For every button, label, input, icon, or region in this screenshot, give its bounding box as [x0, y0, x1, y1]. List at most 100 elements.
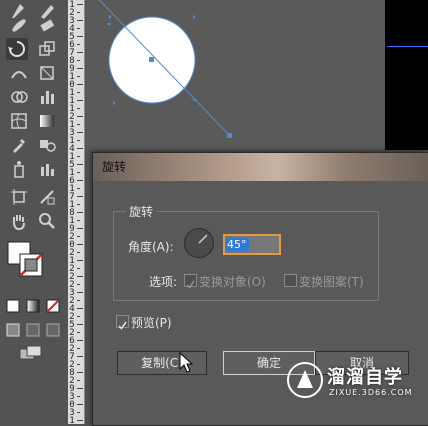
ruler-tick	[77, 404, 83, 405]
transform-patterns-label: 变换图案(T)	[299, 275, 364, 289]
ruler-tick	[77, 68, 83, 69]
ruler-tick	[77, 380, 80, 381]
ruler-tick	[77, 132, 83, 133]
rotate-group-title: 旋转	[126, 203, 157, 220]
draw-normal-icon[interactable]	[6, 322, 20, 337]
preview-checkbox[interactable]	[116, 315, 129, 330]
hand-icon[interactable]	[8, 210, 30, 232]
draw-inside-icon[interactable]	[46, 322, 60, 337]
ruler-tick	[77, 20, 83, 21]
draw-behind-icon[interactable]	[26, 322, 40, 337]
artboard-edge	[387, 46, 428, 47]
watermark: 溜溜自学 ZIXUE.3D66.COM	[285, 355, 428, 415]
gradient-mode-icon[interactable]	[26, 298, 40, 313]
column-graph-icon[interactable]	[36, 158, 58, 180]
ruler-tick	[77, 420, 83, 421]
fill-stroke-icon[interactable]	[4, 238, 44, 278]
preview-label: 预览(P)	[131, 316, 172, 330]
angle-input-value: 45°	[225, 238, 249, 251]
ruler-tick	[77, 76, 80, 77]
ruler-label: 1	[69, 416, 75, 426]
dialog-title[interactable]: 旋转	[93, 153, 428, 181]
width-icon[interactable]	[8, 62, 30, 84]
center-point	[149, 57, 154, 62]
color-mode-icon[interactable]	[6, 298, 20, 313]
screen-mode-icon[interactable]	[18, 344, 44, 362]
ruler-tick	[77, 188, 80, 189]
watermark-name: 溜溜自学	[327, 367, 403, 388]
ruler-tick	[77, 356, 83, 357]
paintbrush-icon[interactable]	[8, 14, 30, 36]
ruler-tick	[77, 372, 83, 373]
ruler-tick	[77, 92, 80, 93]
copy-button[interactable]: 复制(C)	[117, 351, 207, 375]
options-label: 选项:	[149, 275, 178, 289]
ruler-tick	[77, 396, 80, 397]
eraser-icon[interactable]	[36, 14, 58, 36]
ruler-tick	[77, 36, 83, 37]
ruler-tick	[77, 52, 83, 53]
angle-label: 角度(A):	[128, 240, 174, 254]
anchor-point[interactable]	[227, 133, 232, 138]
mesh-icon[interactable]	[8, 110, 30, 132]
ruler-tick	[77, 348, 80, 349]
symbol-sprayer-icon[interactable]	[8, 158, 30, 180]
zoom-icon[interactable]	[36, 210, 58, 232]
ruler-tick	[77, 196, 83, 197]
angle-dial[interactable]	[184, 228, 214, 258]
blend-icon[interactable]	[36, 134, 58, 156]
slice-icon[interactable]	[36, 186, 58, 208]
ruler-tick	[77, 292, 83, 293]
ruler-tick	[77, 172, 80, 173]
ruler-tick	[77, 60, 80, 61]
vertical-ruler: 1234567891011121314151617181920212223242…	[68, 0, 85, 426]
artboard-canvas	[85, 0, 385, 150]
ruler-tick	[77, 140, 80, 141]
graph-icon[interactable]	[36, 86, 58, 108]
ruler-tick	[77, 4, 83, 5]
transform-objects-label: 变换对象(O)	[199, 275, 266, 289]
ruler-tick	[77, 260, 83, 261]
ruler-tick	[77, 220, 80, 221]
tools-panel	[0, 0, 68, 424]
ruler-tick	[77, 180, 83, 181]
none-mode-icon[interactable]	[46, 298, 60, 313]
ruler-tick	[77, 164, 83, 165]
artboard-icon[interactable]	[8, 186, 30, 208]
shape-builder-icon[interactable]	[8, 86, 30, 108]
ruler-tick	[77, 84, 83, 85]
ruler-tick	[77, 332, 80, 333]
ruler-tick	[77, 28, 80, 29]
transform-patterns-checkbox[interactable]	[284, 274, 297, 287]
ruler-tick	[77, 124, 80, 125]
ruler-tick	[77, 308, 83, 309]
ruler-tick	[77, 116, 83, 117]
ruler-tick	[77, 300, 80, 301]
ruler-tick	[77, 284, 80, 285]
free-transform-icon[interactable]	[36, 62, 58, 84]
scale-icon[interactable]	[36, 38, 58, 60]
ruler-tick	[77, 276, 83, 277]
angle-input[interactable]: 45°	[223, 234, 281, 255]
ruler-tick	[77, 228, 83, 229]
dark-artboard	[385, 0, 428, 150]
mouse-cursor-icon	[179, 352, 193, 373]
ruler-tick	[77, 212, 83, 213]
eyedropper-icon[interactable]	[8, 134, 30, 156]
ruler-tick	[77, 268, 80, 269]
artwork	[98, 0, 232, 138]
ruler-tick	[77, 364, 80, 365]
ruler-tick	[77, 316, 80, 317]
ruler-tick	[77, 236, 80, 237]
ruler-tick	[77, 324, 83, 325]
watermark-url: ZIXUE.3D66.COM	[329, 388, 413, 397]
ruler-tick	[77, 44, 80, 45]
rotate-icon[interactable]	[6, 38, 28, 60]
ruler-tick	[77, 204, 80, 205]
ruler-tick	[77, 252, 80, 253]
ruler-tick	[77, 244, 83, 245]
gradient-icon[interactable]	[36, 110, 58, 132]
ruler-tick	[77, 12, 80, 13]
transform-objects-checkbox[interactable]	[184, 274, 197, 289]
ruler-tick	[77, 388, 83, 389]
